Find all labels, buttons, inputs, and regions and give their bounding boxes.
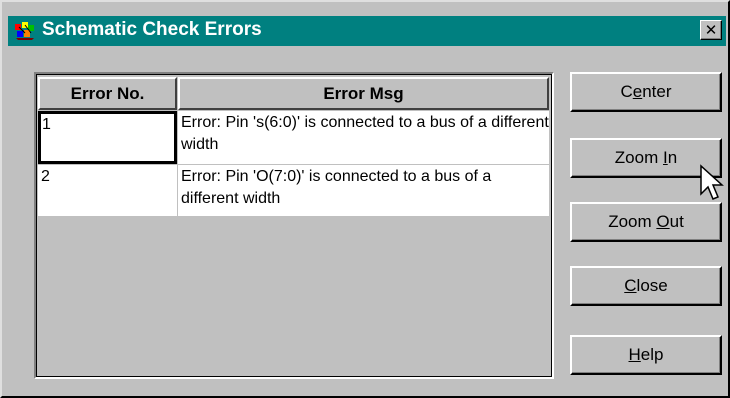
close-icon[interactable]: ✕: [700, 20, 722, 40]
zoom-out-button[interactable]: Zoom Out: [570, 202, 722, 242]
error-grid[interactable]: Error No. Error Msg 1 Error: Pin 's(6:0)…: [34, 72, 554, 379]
close-button[interactable]: Close: [570, 266, 722, 306]
schematic-app-icon: [14, 21, 36, 41]
title-bar[interactable]: Schematic Check Errors ✕: [8, 16, 726, 46]
column-header-error-no[interactable]: Error No.: [38, 77, 177, 110]
dialog-window: Schematic Check Errors ✕ Error No. Error…: [0, 0, 730, 398]
error-grid-body: Error No. Error Msg 1 Error: Pin 's(6:0)…: [37, 75, 551, 376]
window-title: Schematic Check Errors: [42, 19, 262, 40]
cell-error-no-2[interactable]: 2: [38, 165, 177, 216]
center-button[interactable]: Center: [570, 72, 722, 112]
column-header-error-msg[interactable]: Error Msg: [178, 77, 549, 110]
mouse-pointer-icon: [699, 164, 725, 204]
cell-error-msg-2[interactable]: Error: Pin 'O(7:0)' is connected to a bu…: [178, 165, 549, 216]
cell-error-no-1[interactable]: 1: [38, 111, 177, 164]
help-button[interactable]: Help: [570, 335, 722, 375]
cell-error-msg-1[interactable]: Error: Pin 's(6:0)' is connected to a bu…: [178, 111, 549, 164]
